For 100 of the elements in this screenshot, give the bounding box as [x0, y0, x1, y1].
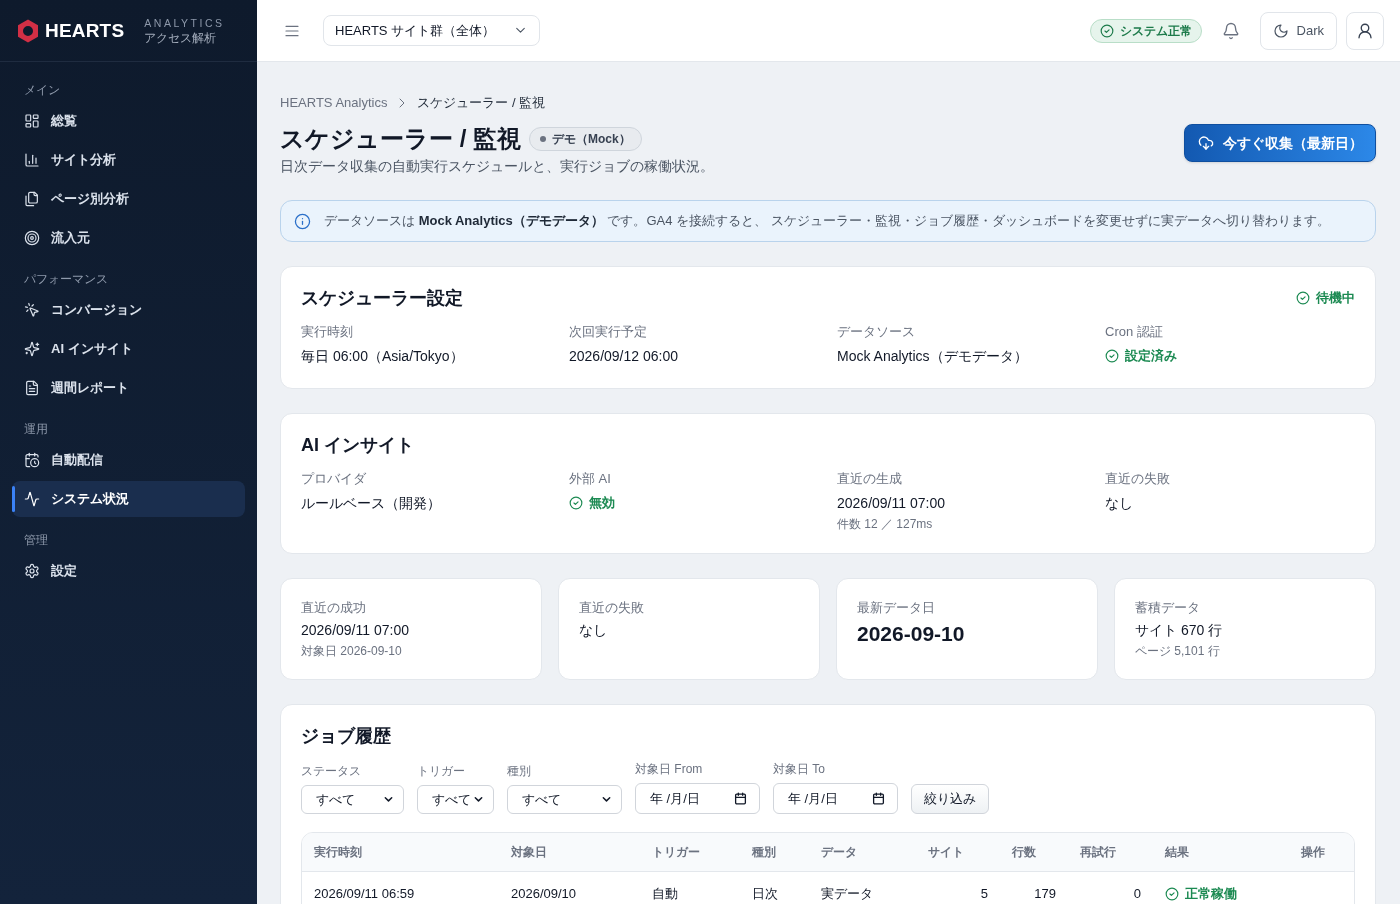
info-icon	[294, 212, 311, 230]
stat-label: 直近の失敗	[579, 599, 645, 617]
nav-section-heading: 運用	[23, 421, 49, 438]
collect-now-button[interactable]: 今すぐ収集（最新日）	[1184, 124, 1376, 162]
nav-section-heading: メイン	[23, 82, 61, 99]
filter-select[interactable]: すべて	[417, 785, 494, 814]
table-cell: 0	[1068, 871, 1153, 904]
moon-icon	[1272, 22, 1289, 39]
brand-tagline: ANALYTICS	[144, 15, 225, 30]
nav-section-heading: パフォーマンス	[23, 271, 109, 288]
page-subtitle: 日次データ収集の自動実行スケジュールと、実行ジョブの稼働状況。	[280, 157, 714, 176]
calendar-clock-icon	[24, 452, 40, 468]
active-indicator	[12, 486, 15, 512]
column-header: 再試行	[1068, 833, 1153, 871]
table-cell: 2026/09/10	[499, 871, 640, 904]
nav-item[interactable]: 週間レポート	[12, 370, 245, 406]
demo-badge: デモ（Mock）	[529, 127, 642, 151]
field-label: 外部 AI	[569, 470, 612, 488]
stat-note: ページ 5,101 行	[1135, 643, 1221, 660]
date-field[interactable]: 年 /月/日	[635, 783, 760, 814]
pulse-line-icon	[24, 491, 40, 507]
nav-item[interactable]: 総覧	[12, 103, 245, 139]
column-header: 結果	[1153, 833, 1289, 871]
nav-item[interactable]: コンバージョン	[12, 292, 245, 328]
check-circle-icon	[1099, 23, 1114, 38]
field-value: Mock Analytics（デモデータ）	[837, 347, 1029, 366]
breadcrumb-link[interactable]: HEARTS Analytics	[280, 93, 388, 113]
status-dot-icon	[540, 136, 546, 142]
check-circle-icon	[1105, 349, 1119, 363]
column-header: サイト	[916, 833, 1000, 871]
table-cell: 5	[916, 871, 1000, 904]
stat-label: 最新データ日	[857, 599, 936, 617]
table-cell: 日次	[740, 871, 809, 904]
column-header: 種別	[740, 833, 809, 871]
chevron-down-icon	[473, 794, 484, 805]
nav-item[interactable]: 流入元	[12, 220, 245, 256]
nav-item[interactable]: システム状況	[12, 481, 245, 517]
cursor-click-icon	[24, 302, 40, 318]
brand-name: HEARTS	[45, 18, 125, 43]
column-header: 実行時刻	[302, 833, 499, 871]
target-icon	[24, 230, 40, 246]
check-circle-icon	[569, 496, 583, 510]
stat-label: 蓄積データ	[1135, 599, 1201, 617]
user-menu-button[interactable]	[1346, 11, 1384, 50]
documents-icon	[24, 191, 40, 207]
field-value: 2026/09/11 07:00	[837, 494, 946, 513]
filter-label: ステータス	[301, 763, 362, 779]
brand-subtitle: アクセス解析	[144, 29, 218, 46]
table-cell: 自動	[640, 871, 740, 904]
table-cell: 2026/09/11 06:59	[302, 871, 499, 904]
filter-label: 対象日 From	[635, 761, 704, 777]
field-value: なし	[1105, 494, 1134, 513]
nav-item[interactable]: 自動配信	[12, 442, 245, 478]
field-label: 実行時刻	[301, 323, 354, 341]
bar-chart-icon	[24, 152, 40, 168]
status-label: 無効	[589, 494, 615, 513]
filter-select[interactable]: すべて	[507, 785, 622, 814]
status-label: 待機中	[1316, 289, 1355, 308]
field-label: データソース	[837, 323, 916, 341]
field-value: 毎日 06:00（Asia/Tokyo）	[301, 347, 465, 366]
nav-item[interactable]: ページ別分析	[12, 181, 245, 217]
notification-bell-icon[interactable]	[1221, 21, 1240, 40]
stat-value: 2026-09-10	[857, 621, 966, 647]
status-label: 正常稼働	[1185, 885, 1237, 904]
calendar-icon	[872, 792, 885, 805]
filter-label: 対象日 To	[773, 761, 826, 777]
settings-icon	[24, 563, 40, 579]
page-title: スケジューラー / 監視	[280, 124, 521, 154]
cloud-download-icon	[1197, 135, 1214, 151]
filter-button[interactable]: 絞り込み	[911, 784, 989, 814]
nav-item[interactable]: 設定	[12, 553, 245, 589]
stat-value: なし	[579, 621, 608, 640]
chevron-down-icon	[383, 794, 394, 805]
date-field[interactable]: 年 /月/日	[773, 783, 898, 814]
stat-label: 直近の成功	[301, 599, 367, 617]
card-title: スケジューラー設定	[301, 287, 463, 310]
site-select[interactable]: HEARTS サイト群（全体）	[323, 15, 540, 46]
check-circle-icon	[1165, 887, 1179, 901]
stat-note: 対象日 2026-09-10	[301, 643, 403, 660]
column-header: 操作	[1289, 833, 1354, 871]
check-circle-icon	[1296, 291, 1310, 305]
stat-value: 2026/09/11 07:00	[301, 621, 410, 640]
nav-item[interactable]: AI インサイト	[12, 331, 245, 367]
status-label: 設定済み	[1125, 347, 1177, 366]
info-banner-text: データソースは Mock Analytics（デモデータ） です。GA4 を接続すると、 スケジューラー・監視・ジョブ履歴・ダッシュボードを変更せずに実データへ切り替わります。	[324, 212, 1330, 230]
field-label: Cron 認証	[1105, 323, 1164, 341]
field-value: 2026/09/12 06:00	[569, 347, 679, 366]
nav-item[interactable]: サイト分析	[12, 142, 245, 178]
document-icon	[24, 380, 40, 396]
column-header: データ	[809, 833, 916, 871]
chevron-down-icon	[601, 794, 612, 805]
field-label: プロバイダ	[301, 470, 367, 488]
column-header: 対象日	[499, 833, 640, 871]
calendar-icon	[734, 792, 747, 805]
table-cell: 実データ	[809, 871, 916, 904]
user-icon	[1356, 21, 1374, 40]
filter-select[interactable]: すべて	[301, 785, 404, 814]
theme-toggle-button[interactable]: Dark	[1259, 11, 1337, 50]
column-header: 行数	[1000, 833, 1068, 871]
field-value: ルールベース（開発）	[301, 494, 442, 513]
